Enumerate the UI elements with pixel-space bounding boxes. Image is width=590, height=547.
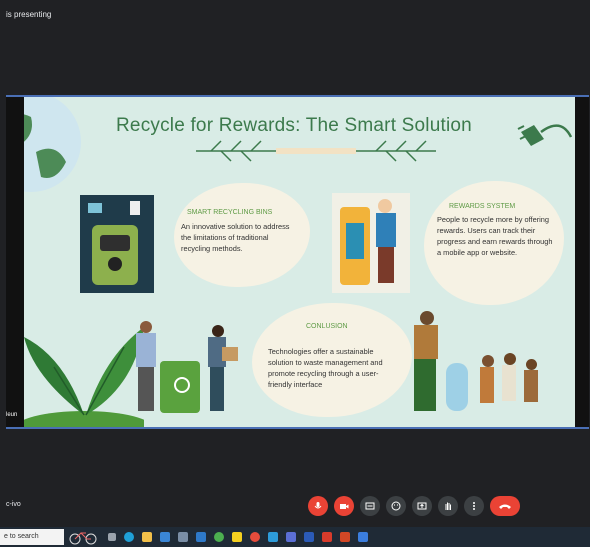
conclusion-heading: CONLUSION	[306, 323, 348, 330]
branch-divider-icon	[196, 140, 436, 162]
smart-bins-heading: SMART RECYCLING BINS	[187, 209, 273, 216]
leave-call-icon	[499, 504, 511, 509]
slide-left-margin	[6, 97, 24, 427]
rewards-system-text: People to recycle more by offering rewar…	[437, 215, 553, 257]
volunteers-illustration	[400, 307, 550, 421]
presenting-label: is presenting	[6, 10, 52, 19]
app-icon[interactable]	[358, 532, 368, 542]
conclusion-text: Technologies offer a sustainable solutio…	[268, 347, 383, 389]
emoji-icon	[391, 501, 401, 511]
store-icon[interactable]	[178, 532, 188, 542]
edge-browser-icon[interactable]	[124, 532, 134, 542]
camera-icon	[340, 504, 349, 509]
raise-hand-icon	[445, 502, 451, 510]
more-options-button[interactable]	[464, 496, 484, 516]
active-app-icon[interactable]	[286, 532, 296, 542]
calendar-icon[interactable]	[160, 532, 170, 542]
captions-button[interactable]	[360, 496, 380, 516]
present-button[interactable]	[412, 496, 432, 516]
more-options-icon	[473, 502, 475, 510]
bicycle-icon	[69, 532, 97, 545]
people-with-bin-illustration	[130, 321, 248, 421]
rewards-system-heading: REWARDS SYSTEM	[449, 203, 516, 210]
acrobat-icon[interactable]	[322, 532, 332, 542]
captions-icon	[365, 502, 375, 510]
leave-call-button[interactable]	[490, 496, 520, 516]
chrome-icon[interactable]	[214, 532, 224, 542]
notes-icon[interactable]	[232, 532, 242, 542]
file-explorer-icon[interactable]	[142, 532, 152, 542]
plug-icon	[517, 124, 573, 146]
paint-icon[interactable]	[250, 532, 260, 542]
recycling-machine-illustration	[332, 193, 410, 293]
word-icon[interactable]	[304, 532, 314, 542]
raise-hand-button[interactable]	[438, 496, 458, 516]
shared-slide: Recycle for Rewards: The Smart Solution …	[6, 95, 589, 429]
smart-bin-illustration	[80, 195, 154, 293]
slide-title: Recycle for Rewards: The Smart Solution	[116, 115, 472, 136]
microphone-icon	[314, 502, 322, 509]
present-icon	[417, 502, 427, 510]
task-view-icon[interactable]	[108, 533, 116, 541]
microphone-button[interactable]	[308, 496, 328, 516]
taskbar-search-box[interactable]: e to search	[0, 529, 64, 545]
slide-right-margin	[575, 97, 589, 427]
presenter-name-label: leun	[6, 412, 18, 418]
plant-leaves-icon	[24, 327, 144, 427]
powerpoint-icon[interactable]	[340, 532, 350, 542]
camera-button[interactable]	[334, 496, 354, 516]
photos-icon[interactable]	[268, 532, 278, 542]
emoji-button[interactable]	[386, 496, 406, 516]
mail-icon[interactable]	[196, 532, 206, 542]
meeting-top-bar: is presenting	[0, 0, 590, 32]
smart-bins-text: An innovative solution to address the li…	[181, 222, 290, 253]
meeting-user-label: c-ivo	[6, 501, 21, 508]
